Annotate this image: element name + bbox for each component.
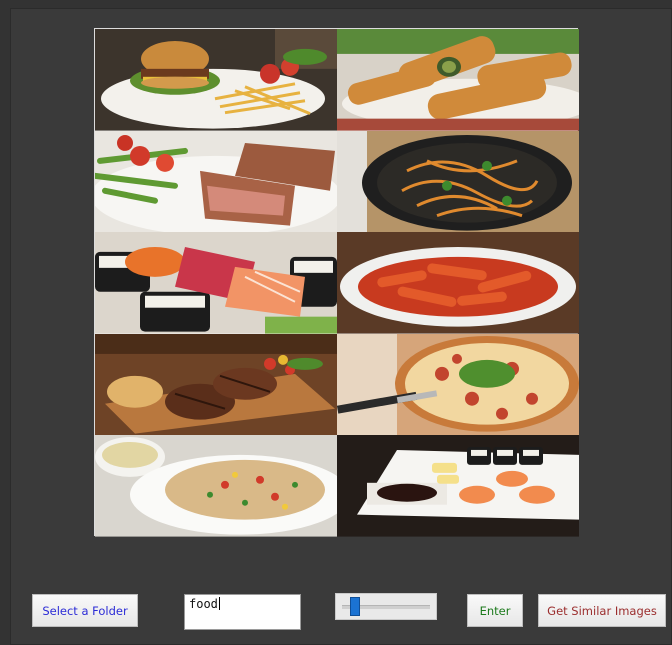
slider-thumb[interactable] [349, 597, 360, 616]
grilled-steak-board-photo[interactable] [95, 333, 337, 436]
sushi-plate-photo[interactable] [337, 435, 579, 537]
spring-rolls-photo[interactable] [337, 29, 579, 131]
search-input[interactable]: food [184, 594, 301, 630]
select-folder-button[interactable]: Select a Folder [32, 594, 138, 627]
tteokbokki-photo[interactable] [337, 232, 579, 334]
enter-button[interactable]: Enter [467, 594, 523, 627]
burger-fries-photo[interactable] [95, 29, 337, 131]
image-gallery [94, 28, 579, 537]
get-similar-images-button[interactable]: Get Similar Images [538, 594, 666, 627]
sushi-platter-photo[interactable] [95, 232, 337, 334]
pizza-photo[interactable] [337, 333, 579, 436]
steak-salad-photo[interactable] [95, 130, 337, 233]
fried-rice-photo[interactable] [95, 435, 337, 537]
stir-fry-noodles-photo[interactable] [337, 130, 579, 233]
similarity-slider[interactable] [335, 593, 437, 620]
text-caret [218, 597, 220, 610]
search-input-value: food [189, 597, 218, 611]
